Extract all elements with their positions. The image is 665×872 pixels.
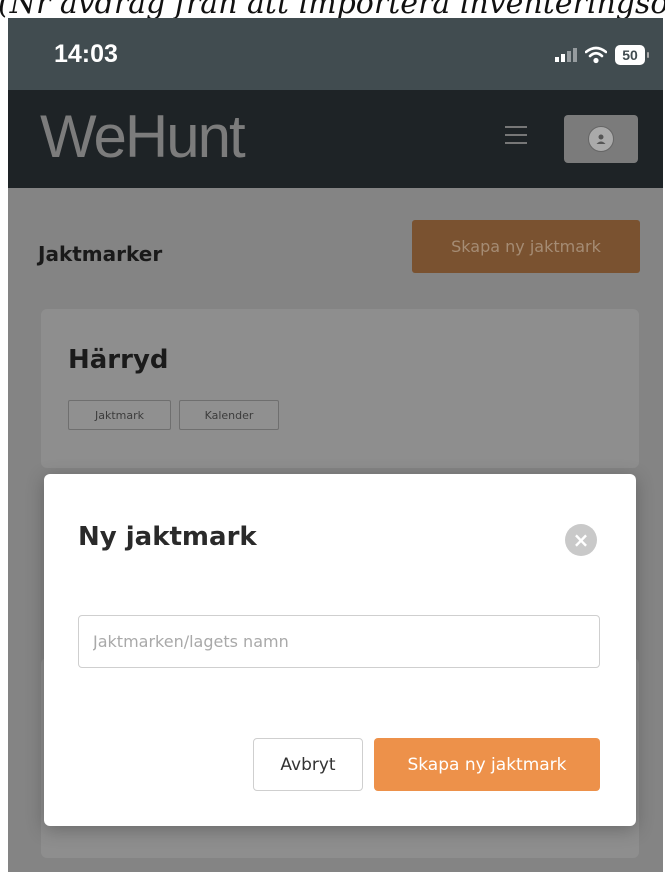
hamburger-menu-icon[interactable] — [505, 126, 527, 144]
create-hunting-ground-button[interactable]: Skapa ny jaktmark — [412, 220, 640, 273]
page-title: Jaktmarker — [38, 242, 163, 266]
status-time: 14:03 — [54, 40, 118, 68]
wehunt-logo[interactable]: WeHunt — [40, 102, 246, 171]
hunting-ground-name-input[interactable] — [78, 615, 600, 668]
signal-icon — [555, 48, 577, 62]
phone-screen: 14:03 50 WeHunt Jaktmarker Skapa ny jakt… — [8, 18, 663, 872]
hunting-ground-card: Härryd Jaktmark Kalender — [41, 309, 639, 468]
battery-level: 50 — [622, 47, 638, 63]
card-title: Härryd — [68, 345, 169, 375]
user-avatar-button[interactable] — [564, 115, 638, 163]
tag-jaktmark[interactable]: Jaktmark — [68, 400, 171, 430]
status-bar: 14:03 50 — [8, 18, 663, 90]
new-hunting-ground-modal: Ny jaktmark × Avbryt Skapa ny jaktmark — [44, 474, 636, 826]
user-avatar-icon — [588, 126, 614, 152]
battery-icon: 50 — [615, 45, 649, 65]
close-icon[interactable]: × — [565, 524, 597, 556]
tag-kalender[interactable]: Kalender — [179, 400, 279, 430]
top-navbar: WeHunt — [8, 90, 663, 188]
create-button[interactable]: Skapa ny jaktmark — [374, 738, 600, 791]
modal-title: Ny jaktmark — [78, 522, 257, 552]
cancel-button[interactable]: Avbryt — [253, 738, 363, 791]
wifi-icon — [585, 46, 607, 64]
status-icons: 50 — [555, 43, 649, 67]
